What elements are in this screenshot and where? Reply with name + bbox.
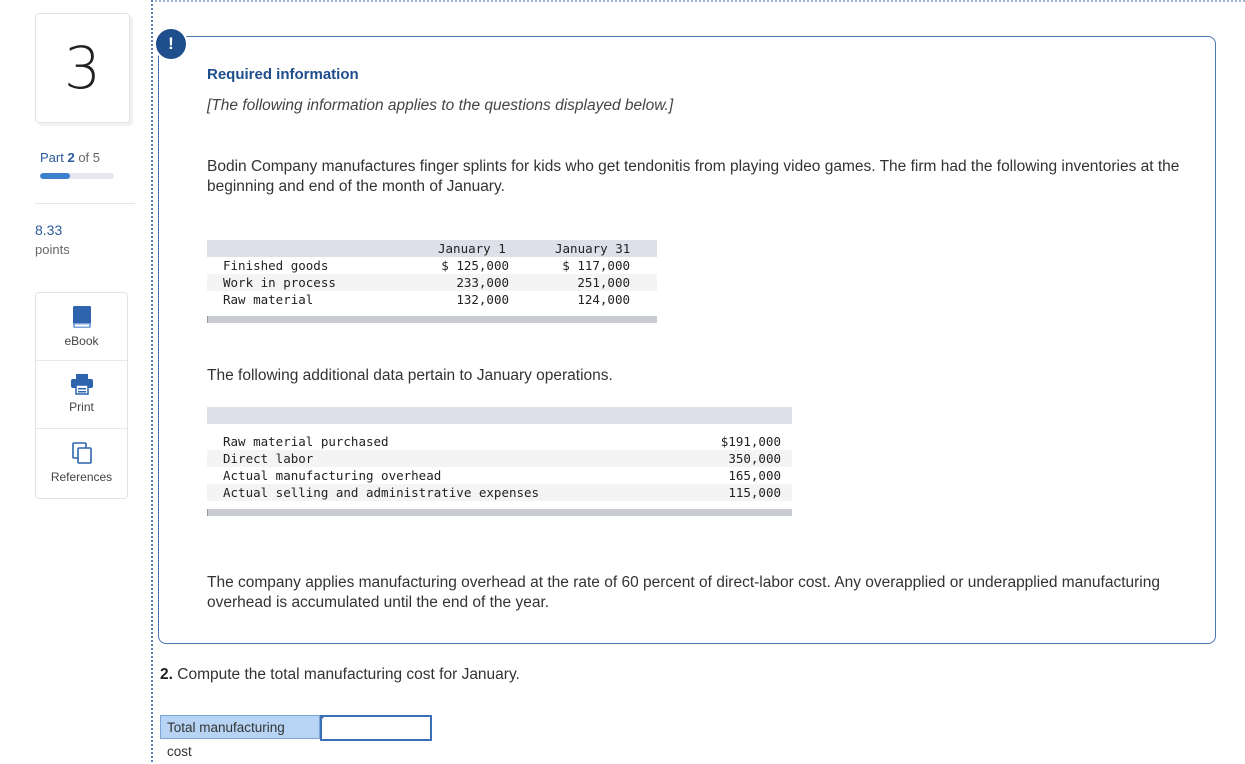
print-label: Print [69,400,94,414]
ebook-label: eBook [64,334,99,348]
overhead-note: The company applies manufacturing overhe… [207,574,1160,611]
operations-table-footer [207,509,792,516]
table-row: Finished goods $ 125,000 $ 117,000 [207,257,657,274]
required-info-title: Required information [207,66,359,83]
top-dotted-border [151,0,1245,2]
points-label: points [35,242,70,257]
alert-icon: ! [154,27,188,61]
table-row: Raw material purchased $191,000 [207,433,792,450]
question-number: 3 [64,34,101,102]
row-label: Direct labor [223,451,314,466]
table-row: Raw material 132,000 124,000 [207,291,657,308]
operations-table: Raw material purchased $191,000 Direct l… [207,407,792,516]
row-value: 115,000 [728,485,781,500]
answer-label: Total manufacturing cost [160,715,320,759]
row-value-jan1: 233,000 [456,275,509,290]
additional-data-text: The following additional data pertain to… [207,367,613,384]
tools-panel: eBook Print References [35,292,128,499]
references-button[interactable]: References [36,429,127,497]
table-row: Actual manufacturing overhead 165,000 [207,467,792,484]
header-january-1: January 1 [438,241,506,256]
inventory-table: January 1 January 31 Finished goods $ 12… [207,240,657,323]
row-label: Finished goods [223,258,329,273]
required-information-panel [158,36,1216,644]
sidebar-dotted-divider [151,0,153,762]
part-progress-fill [40,173,70,179]
answer-row: Total manufacturing cost [160,715,432,759]
book-icon [71,305,93,329]
row-label: Raw material [223,292,314,307]
input-flag-icon [320,715,326,721]
row-value-jan1: $ 125,000 [441,258,509,273]
documents-icon [71,441,93,465]
table-row: Direct labor 350,000 [207,450,792,467]
printer-icon [70,373,94,395]
problem-intro: Bodin Company manufactures finger splint… [207,158,1180,195]
row-label: Actual selling and administrative expens… [223,485,540,500]
part-indicator: Part 2 of 5 [40,150,100,165]
operations-table-header [207,407,792,424]
total-manufacturing-cost-input[interactable] [320,715,432,741]
part-current: 2 [67,150,75,165]
row-value-jan1: 132,000 [456,292,509,307]
row-value-jan31: 251,000 [577,275,630,290]
row-value-jan31: 124,000 [577,292,630,307]
part-progress-bar [40,173,114,179]
part-prefix: Part [40,150,64,165]
table-spacer [207,424,792,433]
points-value: 8.33 [35,222,63,238]
question-number-card: 3 [35,13,130,123]
question-text: Compute the total manufacturing cost for… [177,666,520,683]
question-number-label: 2. [160,666,173,683]
references-label: References [50,470,113,484]
row-value-jan31: $ 117,000 [562,258,630,273]
required-info-subtitle: [The following information applies to th… [207,97,674,114]
ebook-button[interactable]: eBook [36,293,127,361]
header-january-31: January 31 [555,241,631,256]
part-of: of 5 [78,150,101,165]
row-label: Actual manufacturing overhead [223,468,442,483]
inventory-table-header: January 1 January 31 [207,240,657,257]
row-value: 350,000 [728,451,781,466]
print-button[interactable]: Print [36,361,127,429]
row-value: 165,000 [728,468,781,483]
sidebar-divider [35,203,135,204]
table-row: Actual selling and administrative expens… [207,484,792,501]
answer-input-wrapper [320,715,432,741]
row-label: Raw material purchased [223,434,389,449]
question-prompt: 2. Compute the total manufacturing cost … [160,666,520,684]
inventory-table-footer [207,316,657,323]
row-label: Work in process [223,275,336,290]
row-value: $191,000 [720,434,781,449]
table-row: Work in process 233,000 251,000 [207,274,657,291]
